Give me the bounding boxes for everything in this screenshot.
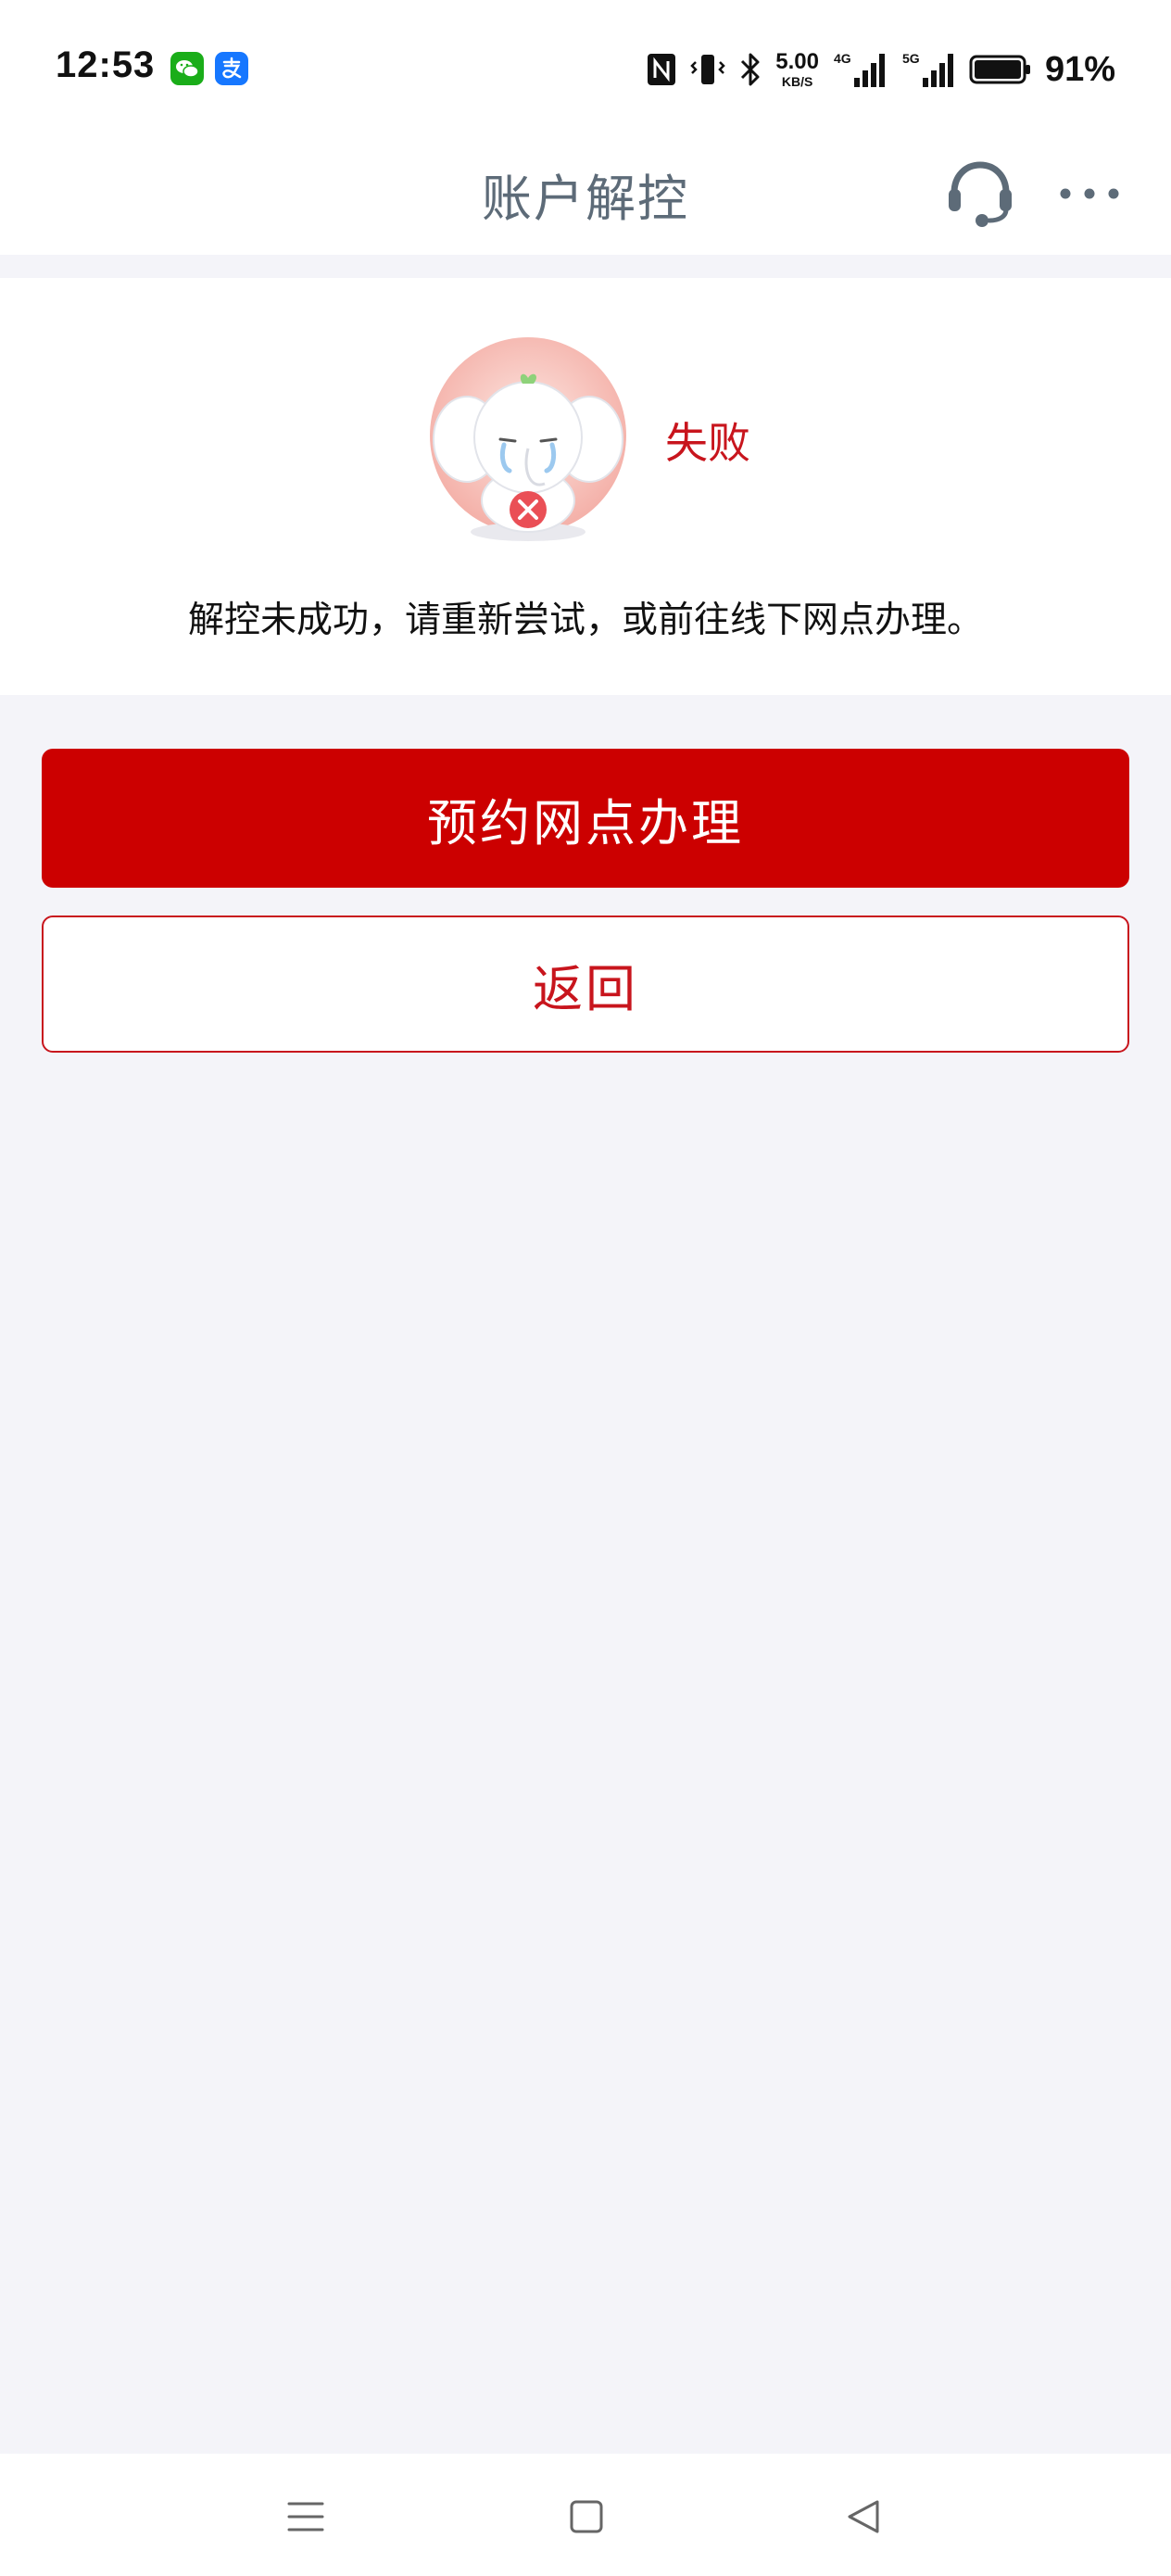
customer-service-button[interactable]: [943, 156, 1017, 230]
system-back-button[interactable]: [837, 2489, 892, 2544]
book-branch-button[interactable]: 预约网点办理: [42, 749, 1129, 888]
result-status: 失败: [665, 418, 750, 468]
status-indicators: 5.00 KB/S 4G 5G 91%: [646, 46, 1115, 93]
menu-button[interactable]: [278, 2489, 334, 2544]
alipay-icon: [215, 52, 248, 85]
status-time: 12:53: [56, 44, 156, 85]
back-button[interactable]: 返回: [42, 915, 1129, 1053]
back-icon: [848, 2500, 879, 2533]
signal-5g-icon: 5G: [902, 51, 953, 87]
result-message: 解控未成功，请重新尝试，或前往线下网点办理。: [187, 600, 983, 641]
wechat-icon: [170, 52, 204, 85]
battery-percent: 91%: [1044, 49, 1115, 89]
headset-icon: [949, 161, 1012, 227]
status-bar: 12:53 5.00 KB/S 4G 5G 91%: [0, 0, 1171, 139]
net-speed-value: 5.00: [775, 49, 819, 74]
nav-header: 账户解控: [0, 139, 1171, 255]
vibrate-icon: [690, 55, 725, 84]
header-divider: [0, 255, 1171, 278]
more-button[interactable]: [1054, 172, 1125, 215]
battery-icon: [969, 55, 1030, 84]
net-speed-unit: KB/S: [781, 74, 813, 89]
nfc-icon: [648, 54, 676, 85]
system-nav-bar: [0, 2454, 1171, 2576]
home-button[interactable]: [559, 2489, 614, 2544]
signal-4g-icon: 4G: [834, 51, 885, 87]
result-card: 失败 解控未成功，请重新尝试，或前往线下网点办理。: [0, 278, 1171, 695]
signal-2-label: 5G: [902, 51, 920, 66]
net-speed: 5.00 KB/S: [775, 49, 819, 89]
crying-elephant-mascot: [426, 335, 630, 549]
more-icon: [1060, 188, 1119, 199]
menu-icon: [287, 2502, 324, 2532]
signal-1-label: 4G: [834, 51, 851, 66]
home-icon: [570, 2500, 603, 2533]
bluetooth-icon: [741, 53, 760, 86]
